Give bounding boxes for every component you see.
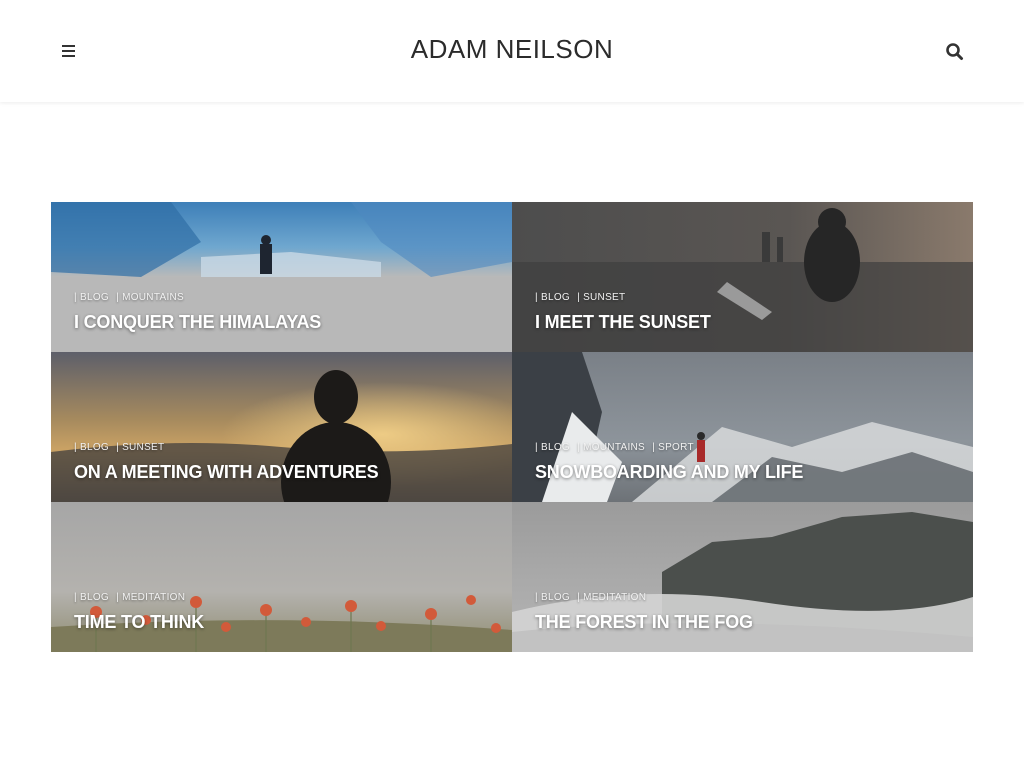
post-categories: | BLOG | SUNSET: [535, 292, 629, 303]
category-link[interactable]: | BLOG: [74, 592, 109, 603]
post-card-forest-fog[interactable]: | BLOG | MEDITATION THE FOREST IN THE FO…: [512, 502, 973, 652]
post-card-time-to-think[interactable]: | BLOG | MEDITATION TIME TO THINK: [51, 502, 512, 652]
post-card-snowboarding[interactable]: | BLOG | MOUNTAINS | SPORT SNOWBOARDING …: [512, 352, 973, 502]
post-title[interactable]: SNOWBOARDING AND MY LIFE: [535, 462, 803, 483]
category-link[interactable]: | SUNSET: [116, 442, 164, 453]
post-categories: | BLOG | MOUNTAINS: [74, 292, 188, 303]
post-title[interactable]: TIME TO THINK: [74, 612, 204, 633]
category-link[interactable]: | SPORT: [652, 442, 694, 453]
post-card-himalayas[interactable]: | BLOG | MOUNTAINS I CONQUER THE HIMALAY…: [51, 202, 512, 352]
category-link[interactable]: | BLOG: [535, 592, 570, 603]
post-grid: | BLOG | MOUNTAINS I CONQUER THE HIMALAY…: [51, 202, 973, 652]
post-title[interactable]: ON A MEETING WITH ADVENTURES: [74, 462, 379, 483]
category-link[interactable]: | BLOG: [74, 442, 109, 453]
category-link[interactable]: | BLOG: [74, 292, 109, 303]
category-link[interactable]: | SUNSET: [577, 292, 625, 303]
post-title[interactable]: THE FOREST IN THE FOG: [535, 612, 753, 633]
post-card-sunset[interactable]: | BLOG | SUNSET I MEET THE SUNSET: [512, 202, 973, 352]
category-link[interactable]: | BLOG: [535, 442, 570, 453]
category-link[interactable]: | MOUNTAINS: [577, 442, 645, 453]
post-categories: | BLOG | SUNSET: [74, 442, 168, 453]
category-link[interactable]: | BLOG: [535, 292, 570, 303]
search-icon[interactable]: [944, 41, 966, 63]
post-title[interactable]: I MEET THE SUNSET: [535, 312, 711, 333]
post-card-adventures[interactable]: | BLOG | SUNSET ON A MEETING WITH ADVENT…: [51, 352, 512, 502]
post-title[interactable]: I CONQUER THE HIMALAYAS: [74, 312, 321, 333]
post-categories: | BLOG | MEDITATION: [74, 592, 189, 603]
category-link[interactable]: | MOUNTAINS: [116, 292, 184, 303]
post-categories: | BLOG | MOUNTAINS | SPORT: [535, 442, 698, 453]
category-link[interactable]: | MEDITATION: [577, 592, 646, 603]
site-header: ADAM NEILSON: [0, 0, 1024, 102]
post-categories: | BLOG | MEDITATION: [535, 592, 650, 603]
site-title[interactable]: ADAM NEILSON: [0, 34, 1024, 65]
category-link[interactable]: | MEDITATION: [116, 592, 185, 603]
